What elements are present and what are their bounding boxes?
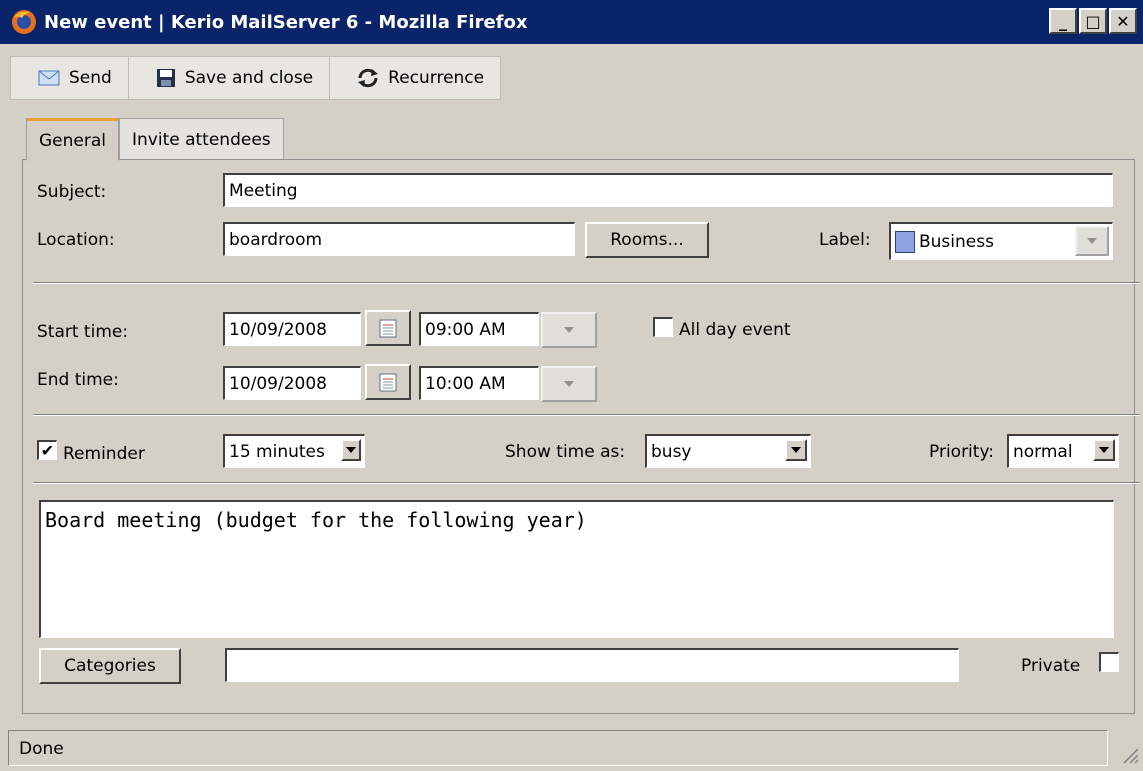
close-icon: ✕ (1116, 11, 1130, 31)
close-button[interactable]: ✕ (1109, 8, 1137, 34)
chevron-down-icon (564, 327, 574, 333)
tab-general-label: General (39, 130, 106, 151)
start-time-value: 09:00 AM (425, 319, 506, 340)
status-text: Done (19, 739, 64, 759)
subject-value: Meeting (229, 180, 298, 201)
recurrence-label: Recurrence (388, 68, 485, 88)
send-button[interactable]: Send (10, 56, 129, 100)
firefox-icon (12, 10, 36, 34)
end-date-value: 10/09/2008 (229, 373, 327, 394)
floppy-disk-icon (156, 69, 175, 87)
calendar-icon (379, 373, 397, 392)
label-dropdown-arrow[interactable] (1075, 226, 1109, 256)
minimize-icon: _ (1059, 11, 1067, 31)
categories-button-label: Categories (64, 656, 156, 676)
label-value: Business (919, 231, 994, 252)
save-and-close-button[interactable]: Save and close (127, 56, 331, 100)
priority-label: Priority: (929, 442, 994, 462)
recurrence-button[interactable]: Recurrence (329, 56, 502, 100)
window-title: New event | Kerio MailServer 6 - Mozilla… (44, 11, 528, 33)
label-color-swatch (895, 230, 915, 253)
reminder-label: Reminder (63, 444, 145, 464)
all-day-event-checkbox[interactable] (653, 317, 673, 337)
maximize-button[interactable]: □ (1079, 8, 1107, 34)
end-time-label: End time: (37, 370, 119, 390)
chevron-down-icon (346, 447, 356, 453)
end-time-dropdown-arrow[interactable] (541, 366, 597, 402)
start-date-calendar-button[interactable] (365, 310, 411, 346)
tab-invite-attendees-label: Invite attendees (132, 129, 271, 150)
status-bar: Done (8, 730, 1108, 766)
end-time-value: 10:00 AM (425, 373, 506, 394)
tab-invite-attendees[interactable]: Invite attendees (119, 118, 284, 160)
label-label: Label: (819, 230, 871, 250)
calendar-icon (379, 319, 397, 338)
chevron-down-icon (564, 381, 574, 387)
general-panel: Subject: Meeting Location: boardroom Roo… (22, 159, 1140, 714)
reminder-dropdown-arrow[interactable] (341, 439, 361, 461)
send-label: Send (69, 68, 112, 88)
all-day-event-label: All day event (679, 320, 791, 340)
end-date-calendar-button[interactable] (365, 364, 411, 400)
location-label: Location: (37, 230, 115, 250)
start-time-label: Start time: (37, 322, 129, 342)
divider (33, 482, 1140, 484)
tab-bar: General Invite attendees (26, 118, 284, 161)
tab-general[interactable]: General (26, 118, 119, 161)
reminder-checkbox[interactable]: ✔ (37, 440, 57, 460)
reminder-value: 15 minutes (229, 441, 325, 462)
chevron-down-icon (1099, 447, 1109, 453)
start-time-dropdown-arrow[interactable] (541, 312, 597, 348)
show-time-as-value: busy (651, 441, 692, 462)
location-input[interactable]: boardroom (223, 222, 575, 256)
save-and-close-label: Save and close (184, 68, 314, 88)
resize-grip-icon[interactable] (1120, 745, 1140, 765)
envelope-icon (38, 70, 60, 86)
subject-label: Subject: (37, 182, 107, 202)
rooms-button-label: Rooms... (610, 230, 684, 250)
categories-input[interactable] (225, 648, 959, 682)
checkmark-icon: ✔ (40, 440, 55, 460)
description-text: Board meeting (budget for the following … (45, 508, 587, 532)
show-time-as-dropdown-arrow[interactable] (785, 439, 807, 461)
private-label: Private (1021, 656, 1081, 676)
start-date-value: 10/09/2008 (229, 319, 327, 340)
rooms-button[interactable]: Rooms... (585, 222, 709, 258)
private-checkbox[interactable] (1099, 652, 1119, 672)
start-time-input[interactable]: 09:00 AM (419, 312, 539, 346)
description-textarea[interactable]: Board meeting (budget for the following … (39, 500, 1114, 638)
start-date-input[interactable]: 10/09/2008 (223, 312, 361, 346)
chevron-down-icon (1087, 238, 1097, 244)
end-time-input[interactable]: 10:00 AM (419, 366, 539, 400)
priority-dropdown-arrow[interactable] (1093, 439, 1115, 461)
end-date-input[interactable]: 10/09/2008 (223, 366, 361, 400)
window-titlebar: New event | Kerio MailServer 6 - Mozilla… (0, 0, 1143, 44)
location-value: boardroom (229, 229, 323, 250)
subject-input[interactable]: Meeting (223, 173, 1113, 207)
divider (33, 414, 1140, 416)
toolbar: Send Save and close Recurrence (10, 56, 502, 100)
recurrence-icon (358, 68, 379, 88)
chevron-down-icon (791, 447, 801, 453)
priority-value: normal (1013, 441, 1073, 462)
divider (33, 282, 1140, 284)
categories-button[interactable]: Categories (39, 648, 181, 684)
show-time-as-label: Show time as: (505, 442, 626, 462)
maximize-icon: □ (1085, 11, 1101, 31)
minimize-button[interactable]: _ (1049, 8, 1077, 34)
